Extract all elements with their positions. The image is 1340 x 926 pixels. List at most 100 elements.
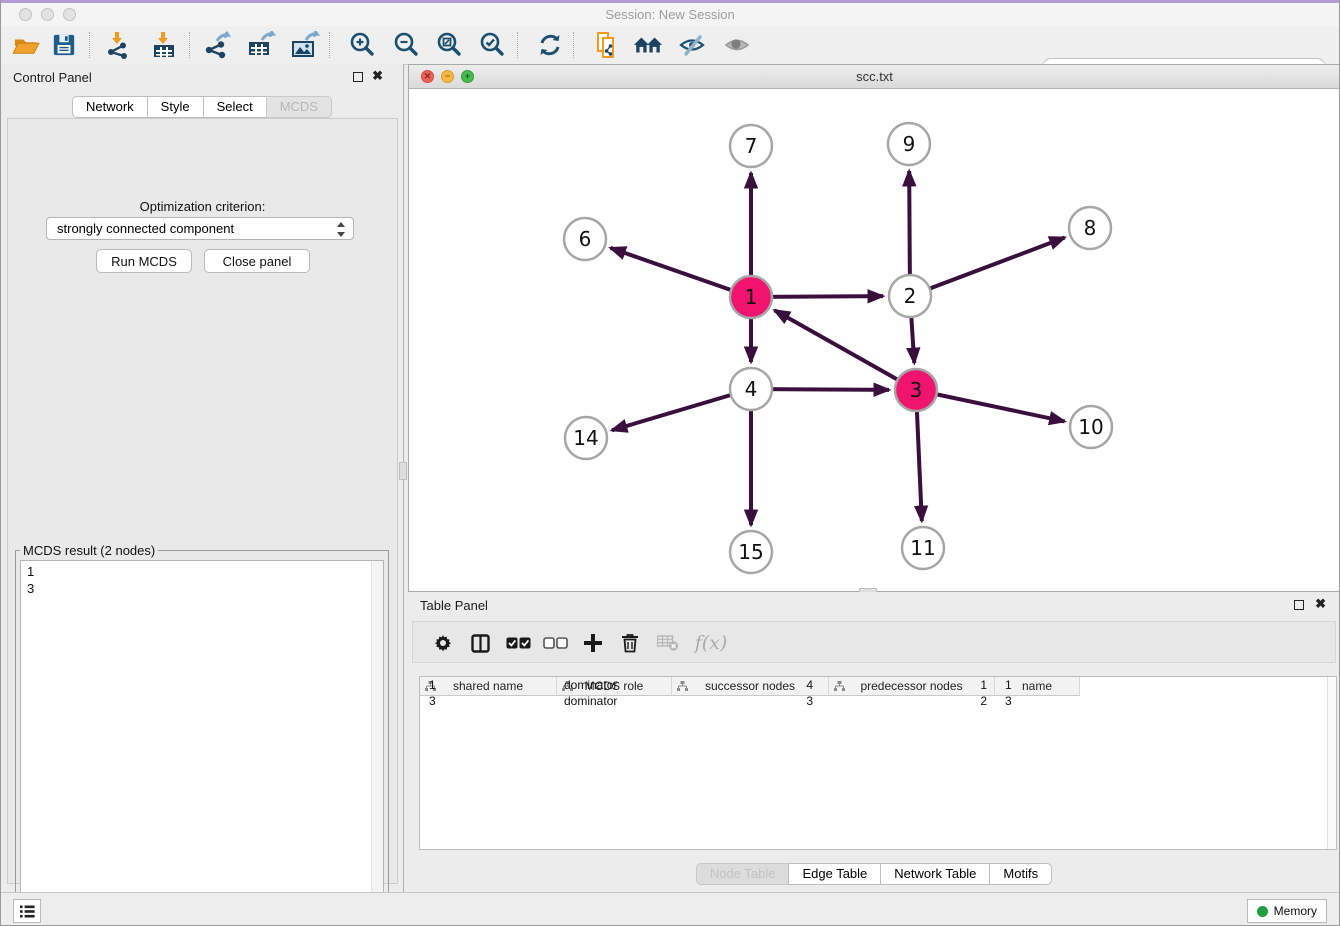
node-label-11: 11 bbox=[910, 536, 935, 560]
table-panel-tabs: Node TableEdge TableNetwork TableMotifs bbox=[408, 863, 1340, 885]
import-network-icon[interactable] bbox=[101, 30, 135, 60]
control-panel-tabs: NetworkStyleSelectMCDS bbox=[1, 96, 403, 118]
graph-node-2[interactable]: 2 bbox=[889, 275, 931, 317]
result-scrollbar[interactable] bbox=[371, 561, 383, 919]
vertical-splitter-handle[interactable] bbox=[399, 462, 407, 480]
graph-node-1[interactable]: 1 bbox=[730, 276, 772, 318]
node-label-3: 3 bbox=[910, 378, 923, 402]
edge-3-1[interactable] bbox=[775, 310, 916, 390]
control-panel: Control Panel ✖ NetworkStyleSelectMCDS O… bbox=[1, 64, 404, 892]
network-window-titlebar[interactable]: ✕ − + scc.txt bbox=[409, 65, 1340, 89]
tab-network-table[interactable]: Network Table bbox=[880, 863, 990, 885]
tab-motifs[interactable]: Motifs bbox=[989, 863, 1052, 885]
table-scrollbar[interactable] bbox=[1327, 677, 1336, 849]
mcds-result-area[interactable]: 1 3 bbox=[20, 560, 384, 920]
node-table-body: 1dominator4113dominator323 bbox=[420, 677, 1336, 709]
zoom-fit-icon[interactable] bbox=[432, 30, 466, 60]
function-builder-label: f(x) bbox=[695, 632, 728, 654]
delete-icon[interactable] bbox=[615, 628, 645, 658]
toolbar-separator bbox=[573, 32, 575, 58]
table-cell: dominator bbox=[557, 693, 672, 709]
close-panel-button[interactable]: Close panel bbox=[204, 249, 310, 273]
float-panel-icon[interactable] bbox=[353, 72, 363, 82]
hide-selected-icon[interactable] bbox=[675, 30, 709, 60]
tab-mcds[interactable]: MCDS bbox=[266, 96, 332, 118]
graph-node-7[interactable]: 7 bbox=[730, 125, 772, 167]
window-title: Session: New Session bbox=[1, 7, 1339, 22]
column-view-icon[interactable] bbox=[465, 628, 495, 658]
node-label-14: 14 bbox=[573, 426, 598, 450]
graph-node-4[interactable]: 4 bbox=[730, 368, 772, 410]
optimization-criterion-label: Optimization criterion: bbox=[8, 199, 397, 214]
table-cell: 1 bbox=[995, 677, 1080, 693]
toolbar-separator bbox=[329, 32, 331, 58]
criterion-dropdown-value: strongly connected component bbox=[57, 221, 234, 236]
edge-2-8[interactable] bbox=[910, 238, 1065, 296]
criterion-dropdown[interactable]: strongly connected component bbox=[46, 217, 354, 240]
network-graph-canvas[interactable]: 7 9 6 8 1 2 4 3 14 10 15 11 bbox=[409, 89, 1340, 591]
table-cell: 3 bbox=[995, 693, 1080, 709]
table-cell: 1 bbox=[420, 677, 557, 693]
open-session-icon[interactable] bbox=[9, 30, 43, 60]
export-network-icon[interactable] bbox=[201, 30, 235, 60]
export-image-icon[interactable] bbox=[288, 30, 322, 60]
delete-table-icon[interactable] bbox=[653, 628, 683, 658]
tab-edge-table[interactable]: Edge Table bbox=[788, 863, 881, 885]
tab-node-table[interactable]: Node Table bbox=[696, 863, 790, 885]
gear-icon[interactable] bbox=[428, 628, 458, 658]
node-label-15: 15 bbox=[738, 540, 763, 564]
graph-node-11[interactable]: 11 bbox=[902, 527, 944, 569]
graph-node-15[interactable]: 15 bbox=[730, 531, 772, 573]
memory-status-icon bbox=[1257, 906, 1268, 917]
task-history-icon[interactable] bbox=[13, 899, 41, 923]
graph-node-14[interactable]: 14 bbox=[565, 417, 607, 459]
node-label-6: 6 bbox=[579, 227, 592, 251]
table-cell: 3 bbox=[420, 693, 557, 709]
tab-network[interactable]: Network bbox=[72, 96, 148, 118]
tab-style[interactable]: Style bbox=[147, 96, 204, 118]
table-panel: Table Panel ✖ bbox=[408, 592, 1340, 892]
table-cell: 2 bbox=[829, 693, 995, 709]
graph-node-10[interactable]: 10 bbox=[1070, 406, 1112, 448]
float-table-panel-icon[interactable] bbox=[1294, 600, 1304, 610]
edge-1-6[interactable] bbox=[610, 248, 751, 297]
close-panel-icon[interactable]: ✖ bbox=[372, 69, 383, 83]
zoom-in-icon[interactable] bbox=[345, 30, 379, 60]
status-bar: Memory bbox=[1, 892, 1339, 926]
function-builder-icon[interactable]: f(x) bbox=[689, 628, 733, 658]
copy-network-icon[interactable] bbox=[589, 30, 623, 60]
graph-node-8[interactable]: 8 bbox=[1069, 207, 1111, 249]
zoom-out-icon[interactable] bbox=[389, 30, 423, 60]
node-label-7: 7 bbox=[745, 134, 758, 158]
mcds-result-box: MCDS result (2 nodes) 1 3 bbox=[15, 543, 389, 926]
toolbar-separator bbox=[517, 32, 519, 58]
export-table-icon[interactable] bbox=[244, 30, 278, 60]
select-all-icon[interactable] bbox=[503, 628, 533, 658]
node-label-4: 4 bbox=[745, 377, 758, 401]
toolbar-separator bbox=[189, 32, 191, 58]
memory-button[interactable]: Memory bbox=[1247, 899, 1327, 923]
memory-button-label: Memory bbox=[1274, 904, 1317, 918]
table-row[interactable]: 3dominator323 bbox=[420, 693, 1336, 709]
node-label-2: 2 bbox=[904, 284, 917, 308]
graph-node-3[interactable]: 3 bbox=[895, 369, 937, 411]
refresh-icon[interactable] bbox=[533, 30, 567, 60]
home-icon[interactable] bbox=[631, 30, 665, 60]
deselect-all-icon[interactable] bbox=[540, 628, 570, 658]
control-panel-title: Control Panel bbox=[13, 70, 92, 85]
show-all-icon[interactable] bbox=[720, 30, 754, 60]
zoom-selected-icon[interactable] bbox=[475, 30, 509, 60]
save-session-icon[interactable] bbox=[47, 30, 81, 60]
table-row[interactable]: 1dominator411 bbox=[420, 677, 1336, 693]
graph-node-9[interactable]: 9 bbox=[888, 123, 930, 165]
graph-node-6[interactable]: 6 bbox=[564, 218, 606, 260]
import-table-icon[interactable] bbox=[147, 30, 181, 60]
run-mcds-button[interactable]: Run MCDS bbox=[96, 249, 192, 273]
edge-3-10[interactable] bbox=[916, 390, 1065, 421]
add-column-icon[interactable] bbox=[578, 628, 608, 658]
tab-select[interactable]: Select bbox=[203, 96, 267, 118]
table-toolbar: f(x) bbox=[412, 621, 1336, 663]
network-view-title: scc.txt bbox=[409, 69, 1340, 84]
mcds-result-values: 1 3 bbox=[27, 563, 383, 597]
close-table-panel-icon[interactable]: ✖ bbox=[1315, 597, 1326, 611]
